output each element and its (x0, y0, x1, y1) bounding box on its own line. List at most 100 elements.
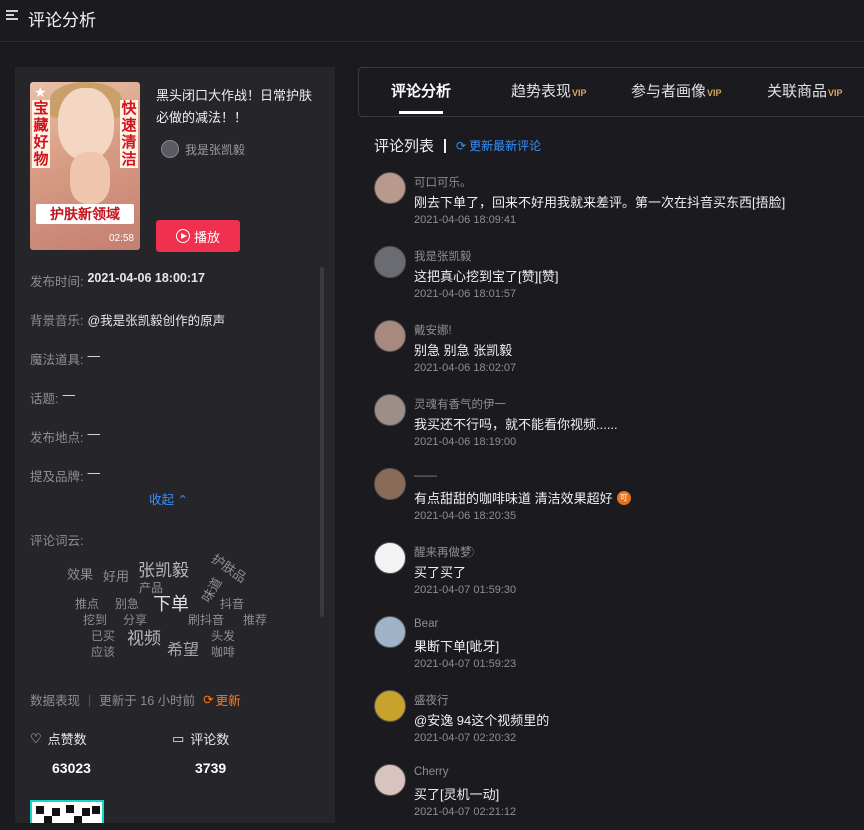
meta-value: — (62, 388, 75, 402)
qr-code[interactable] (30, 800, 104, 823)
comment-user[interactable]: 戴安娜! (414, 322, 452, 338)
refresh-label: 更新 (215, 694, 241, 708)
comments-value: 3739 (195, 760, 227, 776)
avatar[interactable] (374, 690, 406, 722)
comment-user[interactable]: 醒来再做梦 ⃝ (414, 544, 474, 560)
comment-item: 醒来再做梦 ⃝ 买了买了 2021-04-07 01:59:30 (374, 542, 854, 608)
star-icon: ★ (34, 84, 47, 100)
comment-time: 2021-04-06 18:09:41 (414, 214, 517, 226)
meta-location: 发布地点: — (30, 427, 320, 446)
tab-label: 趋势表现 (511, 83, 572, 100)
avatar[interactable] (374, 246, 406, 278)
avatar[interactable] (374, 616, 406, 648)
refresh-icon: ⟳ (456, 138, 467, 153)
comment-text-content: 刚去下单了，回来不好用我就来差评。第一次在抖音买东西[捂脸] (414, 195, 786, 210)
tab-trend[interactable]: 趋势表现VIP (511, 68, 587, 116)
comment-time: 2021-04-06 18:01:57 (414, 288, 517, 300)
meta-value: — (87, 349, 100, 363)
comment-user[interactable]: Cherry (414, 766, 449, 778)
cloud-word: 视频 (127, 629, 161, 648)
vip-icon: VIP (707, 88, 722, 98)
meta-topic: 话题: — (30, 388, 320, 407)
comment-text: 买了[灵机一动] (414, 784, 499, 803)
cloud-word: 挖到 (83, 613, 108, 627)
play-button[interactable]: 播放 (156, 220, 240, 252)
comment-item: Bear 果断下单[呲牙] 2021-04-07 01:59:23 (374, 616, 854, 682)
comment-text: @安逸 94这个视频里的 (414, 710, 549, 729)
cloud-word: 效果 (67, 567, 94, 582)
tab-label: 评论分析 (391, 83, 452, 100)
comment-text-content: 买了买了 (414, 565, 467, 580)
avatar[interactable] (374, 764, 406, 796)
avatar[interactable] (374, 320, 406, 352)
tab-related-products[interactable]: 关联商品VIP (767, 68, 843, 116)
cloud-word: 希望 (167, 642, 200, 659)
avatar[interactable] (374, 468, 406, 500)
comment-user[interactable]: 可口可乐。 (414, 174, 472, 190)
collapse-button[interactable]: 收起 ⌃ (149, 489, 188, 508)
comment-item: 戴安娜! 别急 别急 张凯毅 2021-04-06 18:02:07 (374, 320, 854, 386)
meta-value: — (87, 427, 100, 441)
comment-item: 我是张凯毅 这把真心挖到宝了[赞][赞] 2021-04-06 18:01:57 (374, 246, 854, 312)
cloud-word: 好用 (103, 569, 130, 584)
likes-label: 点赞数 (47, 732, 87, 747)
thumbnail-caption-right: 快速清洁 (120, 100, 138, 168)
cloud-word: 张凯毅 (138, 561, 189, 580)
tab-participant-profile[interactable]: 参与者画像VIP (631, 68, 722, 116)
cloud-word: 咖啡 (211, 645, 236, 659)
comment-user[interactable]: Bear (414, 618, 438, 630)
comment-time: 2021-04-06 18:19:00 (414, 436, 517, 448)
avatar[interactable] (374, 542, 406, 574)
vip-icon: VIP (828, 88, 843, 98)
word-cloud: 效果 好用 张凯毅 护肤品 产品 味道 推点 别急 下单 抖音 挖到 分享 刷抖… (55, 550, 285, 670)
tab-label: 关联商品 (767, 83, 828, 100)
meta-value[interactable]: @我是张凯毅创作的原声 (87, 310, 225, 329)
meta-label: 魔法道具: (30, 353, 84, 367)
vip-icon: VIP (572, 88, 587, 98)
meta-label: 话题: (30, 392, 59, 406)
meta-value: — (87, 466, 100, 480)
comment-text-content: 别急 别急 张凯毅 (414, 343, 513, 358)
menu-icon[interactable] (6, 10, 18, 22)
cloud-word: 别急 (115, 597, 140, 611)
stats-refresh-button[interactable]: ⟳ 更新 (203, 690, 241, 709)
comment-text-content: @安逸 94这个视频里的 (414, 713, 550, 728)
thumbnail-banner: 护肤新领域 (36, 204, 134, 224)
comment-user[interactable]: 灵魂有香气的伊一 (414, 396, 506, 412)
avatar (161, 140, 179, 158)
comment-text: 刚去下单了，回来不好用我就来差评。第一次在抖音买东西[捂脸] (414, 192, 785, 211)
comment-text-content: 果断下单[呲牙] (414, 639, 500, 654)
tab-label: 参与者画像 (631, 83, 707, 100)
comment-text: 买了买了 (414, 562, 466, 581)
cloud-word: 已买 (91, 629, 116, 643)
avatar[interactable] (374, 172, 406, 204)
meta-label: 发布时间: (30, 275, 84, 289)
cloud-word: 应该 (91, 645, 116, 659)
analysis-tabs: 评论分析 趋势表现VIP 参与者画像VIP 关联商品VIP (358, 67, 864, 117)
meta-label: 提及品牌: (30, 470, 84, 484)
comment-user[interactable]: 我是张凯毅 (414, 248, 472, 264)
stats-label: 数据表现 (30, 694, 81, 708)
comment-list-title: 评论列表 (374, 138, 435, 155)
badge-icon: 可 (616, 490, 631, 505)
comment-user[interactable]: 盛夜行 (414, 692, 449, 708)
comment-time: 2021-04-07 01:59:23 (414, 658, 517, 670)
comment-item: Cherry 买了[灵机一动] 2021-04-07 02:21:12 (374, 764, 854, 830)
video-thumbnail[interactable]: ★ 宝藏好物 快速清洁 护肤新领域 02:58 (30, 82, 140, 250)
tab-comment-analysis[interactable]: 评论分析 (391, 68, 451, 116)
comment-time: 2021-04-07 01:59:30 (414, 584, 517, 596)
comment-item: 可口可乐。刚去下单了，回来不好用我就来差评。第一次在抖音买东西[捂脸] 2021-… (374, 172, 854, 238)
comment-text: 有点甜甜的咖啡味道 清洁效果超好可 (414, 488, 631, 507)
cloud-word: 推荐 (243, 613, 268, 627)
heart-icon: ♡ (30, 730, 42, 746)
comment-user[interactable]: —— (414, 470, 437, 482)
meta-label: 背景音乐: (30, 314, 84, 328)
play-button-label: 播放 (193, 229, 220, 245)
cloud-word: 抖音 (220, 597, 245, 611)
comment-list-header: 评论列表 ⟳ 更新最新评论 (374, 135, 541, 156)
avatar[interactable] (374, 394, 406, 426)
scrollbar[interactable] (320, 267, 324, 617)
update-comments-button[interactable]: ⟳ 更新最新评论 (456, 137, 541, 154)
video-author[interactable]: 我是张凯毅 (161, 139, 245, 159)
video-duration: 02:58 (108, 233, 134, 244)
